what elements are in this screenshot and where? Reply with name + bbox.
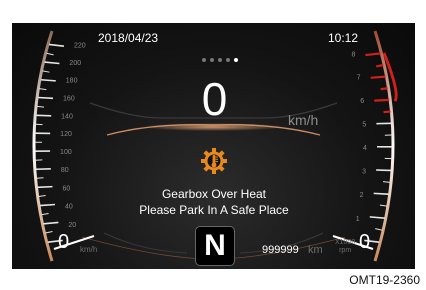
rpm-tick [383,110,391,114]
warning-message: Please Park In A Safe Place [139,203,289,217]
gear-indicator: N [195,226,235,266]
speed-scale-label: 220 [74,42,86,49]
speed-tick [41,212,49,216]
speed-scale-label: 60 [62,185,70,192]
page-indicator [202,58,238,62]
figure-caption: OMT19-2360 [349,273,420,287]
gearbox-overheat-icon [201,148,227,174]
rpm-scale-label: 1 [356,216,360,223]
speed-tick [36,105,45,108]
rpm-tick [383,181,391,183]
page-dot [234,58,238,62]
speed-tick [39,203,56,207]
rpm-scale-label: 4 [363,145,367,152]
speed-tick [40,78,56,82]
speed-tick [42,70,50,73]
speed-unit: km/h [288,112,319,128]
digital-speed: 0 [201,73,228,125]
rpm-tick [379,204,387,207]
rpm-tick [365,52,381,57]
speed-scale-label: 160 [63,95,75,102]
clock-display: 10:12 [327,31,358,45]
lower-frame-left [103,232,188,254]
speed-tick [46,52,54,56]
speed-scale-label: 40 [65,204,73,211]
speed-scale-label: 140 [61,113,73,120]
speed-tick [36,177,44,179]
speedometer-arc [32,30,54,262]
page-dot [210,58,214,62]
rpm-unit-label: rpm [339,247,352,254]
figure: 220 200 180 160 140 120 100 80 60 40 20 8 7 6 5 4 3 2 1 2… [0,0,426,290]
odometer-value: 999999 [262,244,299,256]
rpm-scale-label: 2 [360,192,364,199]
tachometer-ticks [364,52,398,243]
rpm-tick [374,98,390,102]
speed-tick [37,185,53,189]
speed-scale-label: 20 [68,222,76,229]
warning-title: Gearbox Over Heat [161,187,267,201]
speed-tick [38,195,46,197]
rpm-unit-multiplier: X1000 [335,239,356,246]
odometer-unit: km [308,244,323,256]
date-display: 2018/04/23 [98,31,159,45]
rpm-tick [369,216,385,219]
rpm-unit: X1000 rpm [335,239,355,255]
speed-needle-readout: 0 [58,231,70,253]
rpm-tick [380,87,388,91]
rpm-tick [376,63,384,68]
rpm-scale-label: 8 [351,51,355,58]
rpm-scale-label: 3 [362,168,366,175]
speed-needle-unit: km/h [80,245,98,254]
speed-tick [37,96,54,100]
speed-scale-label: 100 [60,149,72,156]
speed-scale-label: 200 [69,60,81,67]
speed-tick [43,221,59,225]
speed-tick [44,61,60,65]
page-dot [202,58,206,62]
page-dot [218,58,222,62]
speed-scale-label: 180 [66,78,78,85]
speed-tick [39,88,47,91]
speed-tick [36,114,52,117]
rpm-scale-label: 6 [360,98,364,105]
page-dot [226,58,230,62]
speedometer-labels: 220 200 180 160 140 120 100 80 60 40 20 [60,42,86,228]
rpm-scale-label: 5 [362,121,366,128]
rpm-tick [370,75,386,79]
speed-scale-label: 120 [60,131,72,138]
rpm-tick [375,228,383,231]
speed-scale-label: 80 [61,167,69,174]
speed-tick [48,43,65,48]
rpm-needle-readout: 0 [359,231,371,253]
rpm-scale-label: 7 [357,75,361,82]
instrument-cluster-screen: 220 200 180 160 140 120 100 80 60 40 20 8 7 6 5 4 3 2 1 2… [12,23,415,269]
tachometer-labels: 8 7 6 5 4 3 2 1 [351,51,367,223]
speed-tick [45,230,53,234]
rpm-tick [373,192,389,196]
